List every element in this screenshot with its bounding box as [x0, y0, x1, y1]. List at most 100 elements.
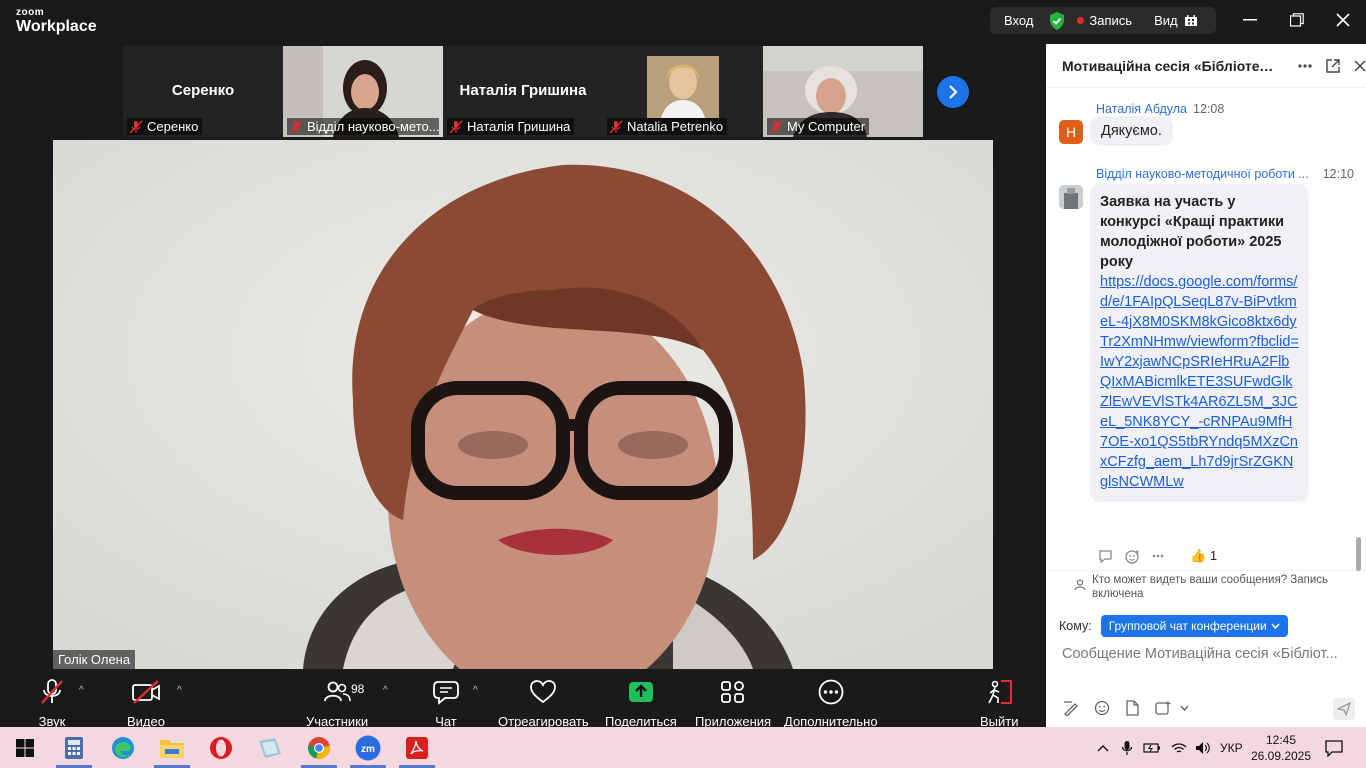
message-sender: Наталія Абдула 12:08 [1096, 102, 1224, 116]
emoji-reaction-icon[interactable] [1125, 549, 1140, 564]
system-clock[interactable]: 12:45 26.09.2025 [1248, 732, 1314, 764]
heart-icon [530, 680, 557, 704]
leave-button[interactable]: Выйти [980, 679, 1019, 729]
svg-text:zm: zm [361, 744, 375, 755]
acrobat-app[interactable] [403, 734, 431, 762]
participant-tile[interactable]: Відділ науково-мето... [283, 46, 443, 137]
chat-header: Мотиваційна сесія «Бібліотечн... [1046, 44, 1366, 88]
participant-label: Відділ науково-мето... [287, 118, 439, 135]
share-button[interactable]: Поделиться [605, 679, 677, 729]
calculator-icon [65, 737, 83, 759]
chat-scrollbar[interactable] [1356, 537, 1361, 571]
security-shield-icon[interactable] [1049, 11, 1065, 30]
participant-label: My Computer [767, 118, 870, 135]
avatar-photo [1059, 185, 1083, 209]
maximize-button[interactable] [1285, 10, 1309, 30]
video-button[interactable]: Видео [127, 679, 165, 729]
wifi-icon[interactable] [1171, 742, 1187, 754]
to-label: Кому: [1059, 619, 1092, 633]
close-chat-icon[interactable] [1354, 59, 1366, 72]
opera-app[interactable] [207, 734, 235, 762]
battery-charging-icon[interactable] [1143, 742, 1161, 754]
apps-button[interactable]: Приложения [695, 679, 771, 729]
thumbs-up-reaction[interactable]: 👍 1 [1190, 548, 1217, 564]
message-time: 12:10 [1322, 167, 1354, 181]
participant-tile[interactable]: Серенко Серенко [123, 46, 283, 137]
chat-button[interactable]: Чат [432, 679, 460, 729]
message-bubble: Дякуємо. [1090, 116, 1173, 146]
message-sender: Відділ науково-методичної роботи ... 12:… [1096, 167, 1354, 181]
microphone-icon[interactable] [1121, 740, 1133, 756]
participant-label: Наталія Гришина [447, 118, 575, 135]
brand-small: zoom [16, 7, 45, 18]
chevron-down-icon[interactable] [1180, 705, 1189, 711]
notifications-button[interactable] [1320, 734, 1348, 762]
title-bar: zoom Workplace Вход Запись Вид [0, 0, 1366, 44]
react-button[interactable]: Отреагировать [498, 679, 589, 729]
edge-app[interactable] [109, 734, 137, 762]
recipient-value: Групповой чат конференции [1108, 619, 1267, 633]
close-icon [1336, 13, 1350, 27]
chrome-app[interactable] [305, 734, 333, 762]
participant-label: Natalia Petrenko [607, 118, 728, 135]
audio-options-caret[interactable]: ^ [79, 685, 84, 696]
reaction-count: 1 [1209, 548, 1218, 563]
file-explorer-app[interactable] [158, 734, 186, 762]
attach-file-icon[interactable] [1124, 700, 1140, 716]
video-options-caret[interactable]: ^ [177, 685, 182, 696]
send-button[interactable] [1333, 698, 1355, 720]
language-indicator[interactable]: УКР [1220, 741, 1243, 755]
audio-button[interactable]: Звук [38, 679, 66, 729]
avatar [1059, 185, 1083, 209]
reply-icon[interactable] [1098, 549, 1113, 563]
view-label: Вид [1154, 13, 1178, 28]
format-text-icon[interactable] [1062, 700, 1080, 716]
chevron-up-icon[interactable] [1097, 744, 1109, 752]
enter-button[interactable]: Вход [1004, 13, 1033, 28]
chat-icon [433, 681, 459, 705]
brand-name: Workplace [16, 18, 97, 35]
mic-muted-icon [41, 679, 63, 704]
windows-logo-icon [16, 739, 34, 757]
edge-icon [112, 737, 134, 759]
chat-options-caret[interactable]: ^ [473, 685, 478, 696]
participant-label-text: Відділ науково-мето... [307, 119, 439, 134]
chat-title: Мотиваційна сесія «Бібліотечн... [1062, 57, 1278, 74]
system-tray: УКР [1097, 727, 1243, 768]
more-dots-icon[interactable] [1152, 554, 1164, 558]
close-window-button[interactable] [1331, 10, 1355, 30]
message-input[interactable]: Сообщение Мотиваційна сесія «Бібліот... [1062, 646, 1358, 662]
calculator-app[interactable] [60, 734, 88, 762]
visibility-notice[interactable]: Кто может видеть ваши сообщения? Запись … [1046, 570, 1366, 600]
participant-label-text: Natalia Petrenko [627, 119, 724, 134]
zoom-app[interactable]: zm [354, 734, 382, 762]
pop-out-icon[interactable] [1326, 58, 1340, 73]
notes-app[interactable] [256, 734, 284, 762]
chevron-right-icon [949, 85, 958, 99]
start-button[interactable] [11, 734, 39, 762]
participant-label-text: My Computer [787, 119, 866, 134]
recording-dot-icon [1077, 17, 1085, 24]
message-link[interactable]: https://docs.google.com/forms/d/e/1FAIpQ… [1100, 272, 1299, 492]
participant-tile[interactable]: Natalia Petrenko [603, 46, 763, 137]
message-time: 12:08 [1193, 102, 1225, 116]
participant-tile[interactable]: My Computer [763, 46, 923, 137]
message-bubble: Заявка на участь у конкурсі «Кращі практ… [1090, 184, 1309, 502]
windows-taskbar: zm УКР 12:45 26.09.2025 [0, 727, 1366, 768]
more-button[interactable]: Дополнительно [784, 679, 878, 729]
view-button[interactable]: Вид [1154, 13, 1197, 28]
recipient-select[interactable]: Групповой чат конференции [1100, 615, 1288, 637]
recording-indicator[interactable]: Запись [1077, 13, 1132, 28]
next-page-button[interactable] [937, 76, 969, 108]
volume-icon[interactable] [1195, 741, 1211, 755]
participants-options-caret[interactable]: ^ [383, 685, 388, 696]
clock-date: 26.09.2025 [1250, 749, 1312, 763]
minimize-button[interactable] [1238, 10, 1262, 30]
more-options-icon[interactable] [1298, 63, 1312, 68]
video-off-icon [132, 680, 160, 704]
speaker-video-photo [53, 140, 993, 669]
participant-tile[interactable]: Наталія Гришина Наталія Гришина [443, 46, 603, 137]
participant-label-text: Наталія Гришина [467, 119, 571, 134]
screenshot-icon[interactable] [1154, 700, 1172, 716]
emoji-icon[interactable] [1094, 700, 1110, 716]
